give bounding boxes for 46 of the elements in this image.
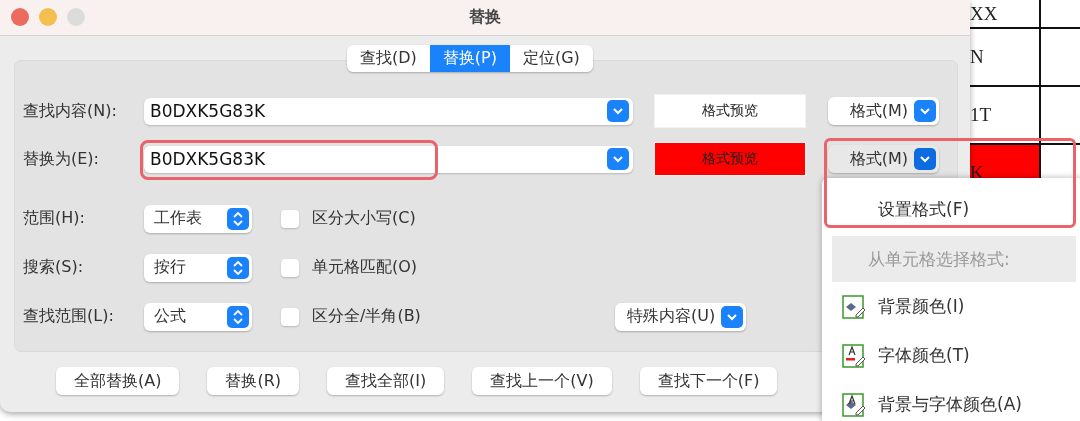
checkbox-label: 单元格匹配(O) bbox=[312, 257, 419, 278]
tab[interactable]: 定位(G) bbox=[509, 45, 593, 72]
format-preview: 格式预览 bbox=[654, 94, 806, 128]
paint-bucket-icon bbox=[842, 392, 866, 417]
paint-bucket-icon bbox=[842, 294, 866, 319]
stepper-icon[interactable] bbox=[227, 207, 249, 230]
dropdown-icon[interactable] bbox=[607, 148, 629, 170]
window-title: 替换 bbox=[469, 7, 501, 28]
format-button[interactable]: 格式(M) bbox=[828, 145, 939, 173]
popup-button[interactable]: 按行 bbox=[144, 253, 252, 282]
close-icon[interactable] bbox=[11, 8, 29, 26]
dropdown-icon[interactable] bbox=[607, 100, 629, 122]
action-button[interactable]: 替换(R) bbox=[207, 367, 300, 395]
stepper-icon[interactable] bbox=[227, 256, 249, 279]
popup-button[interactable]: 工作表 bbox=[144, 204, 252, 233]
dropdown-icon[interactable] bbox=[721, 305, 744, 328]
menu-item[interactable]: 背景颜色(I) bbox=[878, 295, 965, 318]
field-label: 替换为(E): bbox=[23, 148, 100, 170]
popup-button[interactable]: 公式 bbox=[144, 302, 252, 331]
dropdown-icon[interactable] bbox=[914, 148, 936, 170]
tab[interactable]: 查找(D) bbox=[347, 45, 430, 72]
tab[interactable]: 替换(P) bbox=[429, 45, 510, 72]
stepper-icon[interactable] bbox=[227, 305, 249, 328]
action-button[interactable]: 查找下一个(F) bbox=[639, 367, 778, 395]
field-label: 查找内容(N): bbox=[23, 100, 118, 122]
font-color-icon bbox=[842, 343, 866, 368]
dropdown-icon[interactable] bbox=[914, 100, 936, 122]
input-field[interactable]: B0DXK5G83K bbox=[144, 145, 633, 173]
input-field[interactable]: B0DXK5G83K bbox=[144, 97, 633, 125]
checkbox[interactable] bbox=[281, 258, 299, 277]
checkbox-label: 区分全/半角(B) bbox=[312, 306, 422, 327]
menu-item[interactable]: 字体颜色(T) bbox=[878, 344, 970, 367]
checkbox[interactable] bbox=[281, 307, 299, 326]
action-button[interactable]: 查找上一个(V) bbox=[472, 367, 612, 395]
checkbox[interactable] bbox=[281, 209, 299, 228]
menu-header: 从单元格选择格式: bbox=[832, 236, 1076, 282]
special-content-button[interactable]: 特殊内容(U) bbox=[615, 302, 747, 331]
menu-item[interactable]: 背景与字体颜色(A) bbox=[878, 393, 1022, 416]
option-label: 查找范围(L): bbox=[23, 306, 115, 327]
format-button[interactable]: 格式(M) bbox=[828, 97, 939, 125]
format-preview: 格式预览 bbox=[654, 142, 806, 176]
action-button[interactable]: 查找全部(I) bbox=[327, 367, 445, 395]
option-label: 范围(H): bbox=[23, 208, 86, 229]
action-button[interactable]: 全部替换(A) bbox=[56, 367, 180, 395]
option-label: 搜索(S): bbox=[23, 257, 85, 278]
checkbox-label: 区分大小写(C) bbox=[312, 208, 417, 229]
